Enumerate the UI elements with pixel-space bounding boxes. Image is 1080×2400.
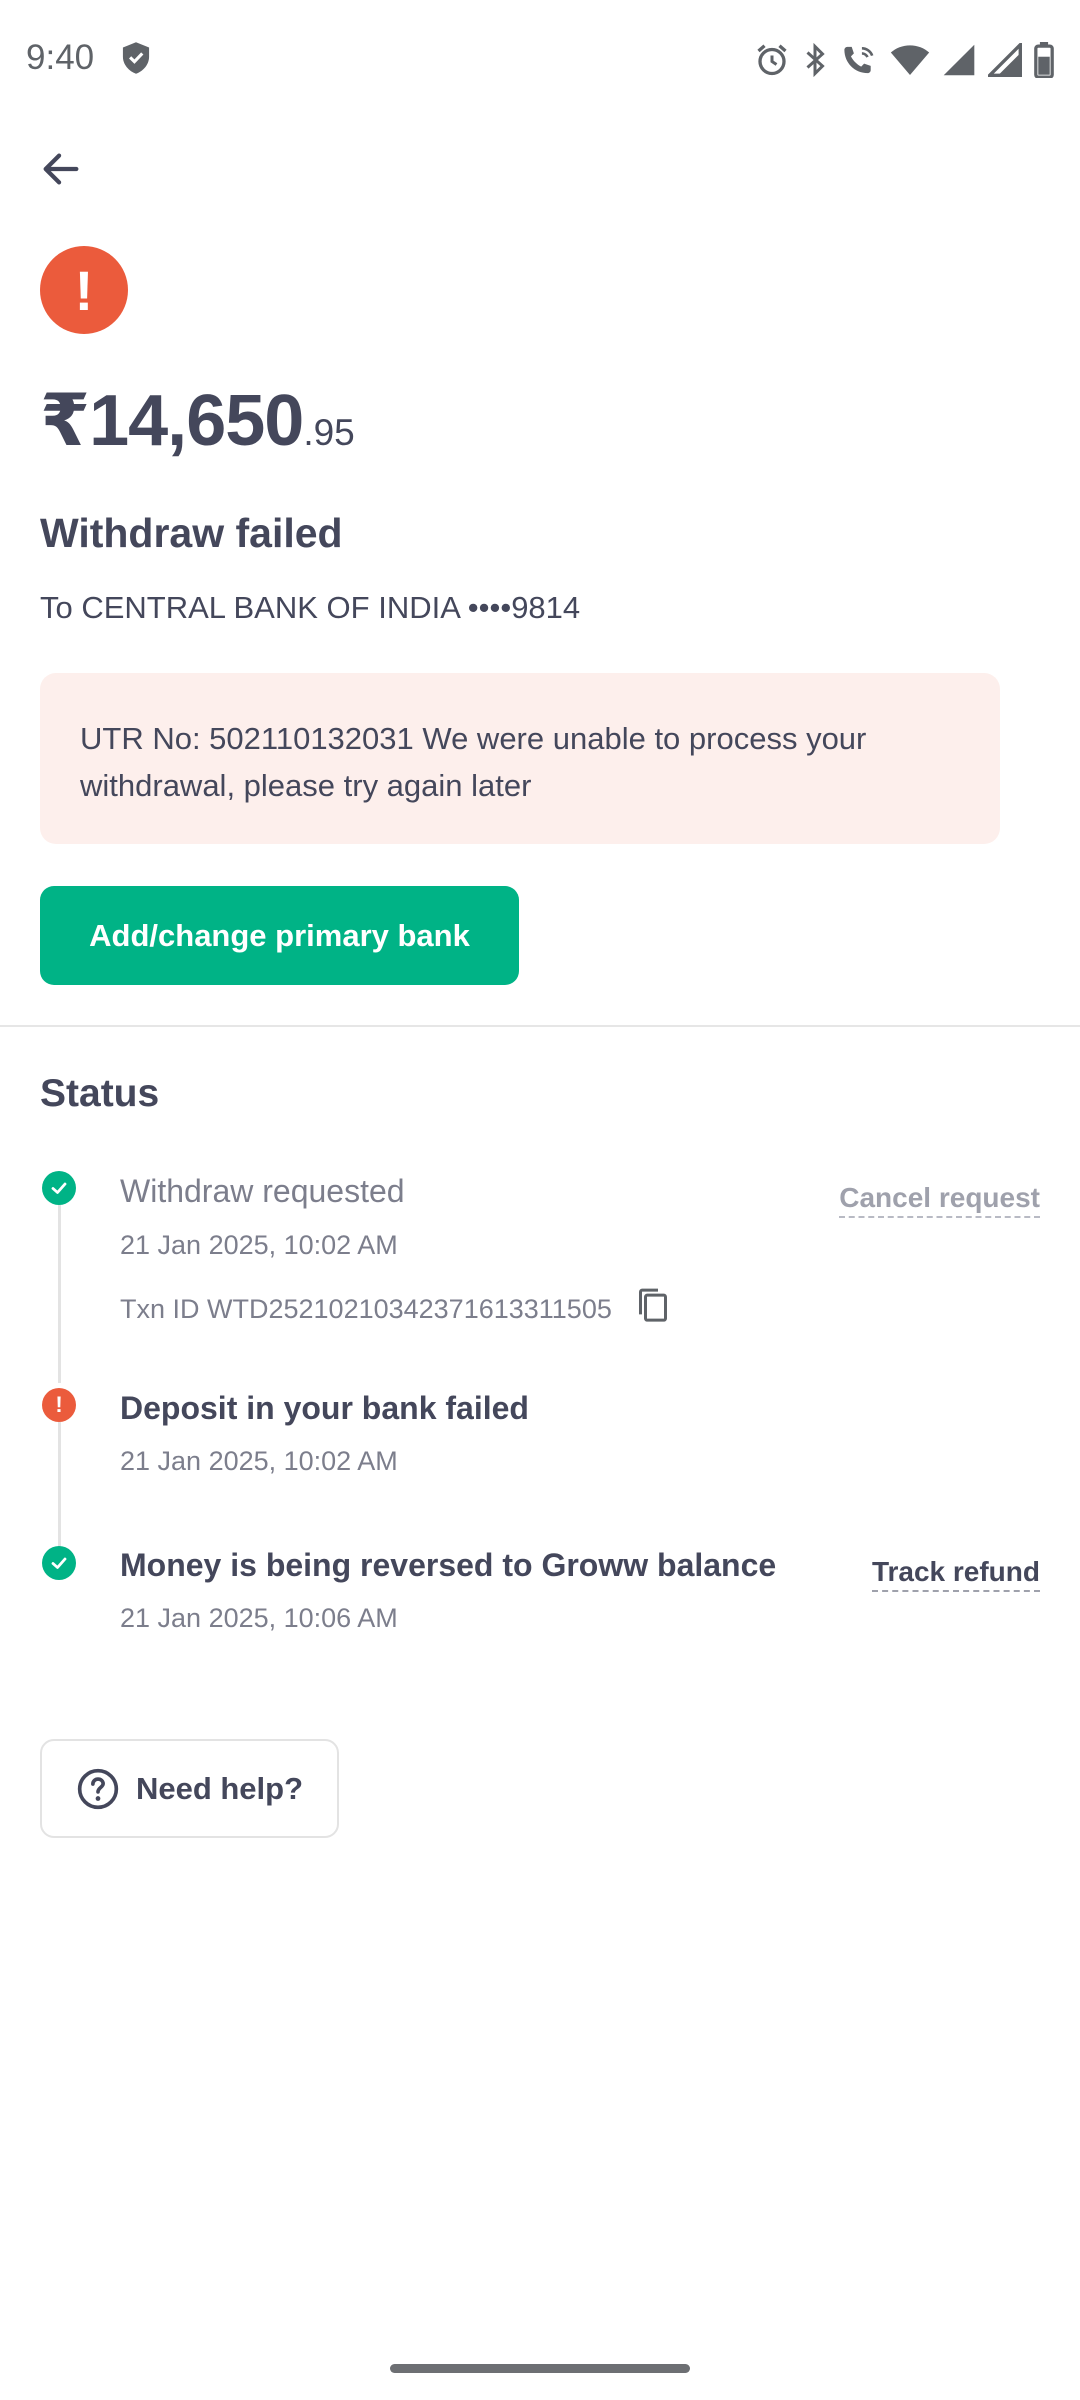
check-circle-icon (42, 1171, 76, 1205)
wifi-icon (890, 43, 930, 77)
home-indicator[interactable] (390, 2364, 690, 2373)
amount-main: ₹14,650 (40, 381, 304, 461)
copy-icon[interactable] (634, 1286, 672, 1333)
wifi-calling-icon (840, 42, 878, 78)
track-refund-link[interactable]: Track refund (871, 1556, 1040, 1592)
shield-icon (120, 41, 152, 80)
status-heading: Status (40, 1072, 160, 1115)
alarm-icon (754, 42, 790, 78)
step-title: Withdraw requested (120, 1173, 405, 1209)
arrow-left-icon (43, 153, 79, 185)
error-message: UTR No: 502110132031 We were unable to p… (80, 721, 867, 803)
step-date: 21 Jan 2025, 10:06 AM (120, 1603, 398, 1633)
status-time: 9:40 (26, 38, 95, 77)
check-circle-icon (42, 1546, 76, 1580)
bluetooth-icon (802, 42, 828, 78)
step-title: Money is being reversed to Groww balance (120, 1547, 777, 1583)
error-message-box: UTR No: 502110132031 We were unable to p… (40, 673, 1000, 844)
error-circle-icon: ! (42, 1388, 76, 1422)
timeline-connector (58, 1422, 61, 1560)
cancel-request-link[interactable]: Cancel request (839, 1182, 1040, 1218)
signal-icon (988, 43, 1022, 77)
timeline-connector (58, 1205, 61, 1383)
need-help-label: Need help? (135, 1770, 304, 1806)
destination-bank: To CENTRAL BANK OF INDIA ••••9814 (40, 590, 581, 625)
help-circle-icon (77, 1768, 119, 1809)
need-help-button[interactable]: Need help? (40, 1739, 339, 1838)
divider (0, 1025, 1080, 1027)
step-title: Deposit in your bank failed (120, 1390, 529, 1426)
step-date: 21 Jan 2025, 10:02 AM (120, 1446, 398, 1476)
txn-id-row: Txn ID WTD252102103423716133115​05 (120, 1286, 672, 1333)
status-icons (754, 42, 1054, 78)
add-change-primary-bank-button[interactable]: Add/change primary bank (40, 886, 519, 985)
step-date: 21 Jan 2025, 10:02 AM (120, 1230, 398, 1260)
battery-icon (1034, 42, 1054, 78)
txn-id: Txn ID WTD252102103423716133115​05 (120, 1294, 612, 1324)
withdraw-amount: ₹14,650.95 (40, 378, 355, 462)
amount-paise: .95 (303, 412, 355, 453)
back-button[interactable] (30, 138, 92, 200)
status-bar: 9:40 (0, 0, 1080, 120)
signal-icon (942, 43, 976, 77)
page-title: Withdraw failed (40, 510, 343, 556)
failed-alert-icon: ! (40, 246, 128, 334)
